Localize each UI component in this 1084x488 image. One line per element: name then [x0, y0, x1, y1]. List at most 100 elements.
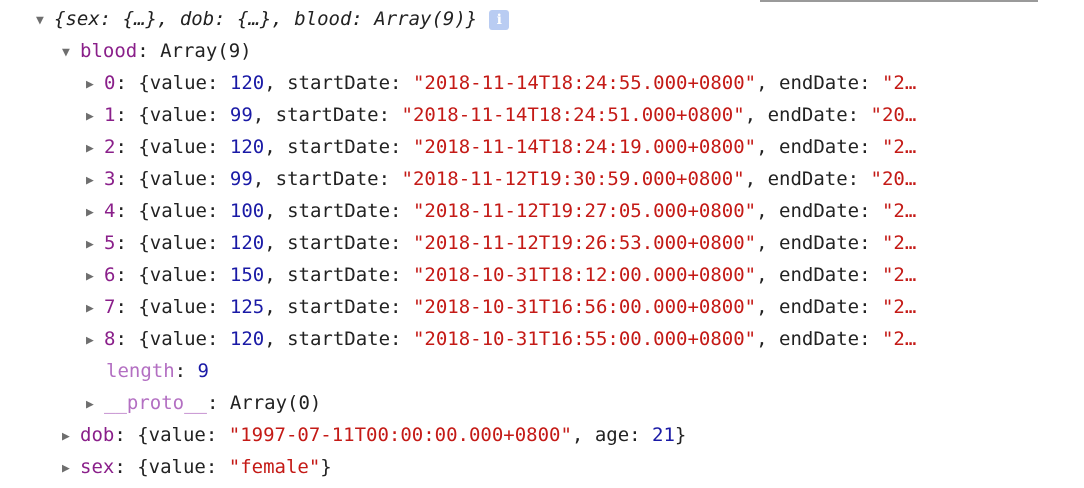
sex-row[interactable]: ▶ sex: {value: "female"} — [0, 451, 332, 483]
item-enddate: "2… — [881, 296, 917, 318]
triangle-right-icon[interactable]: ▶ — [86, 389, 104, 419]
item-enddate: "2… — [881, 200, 917, 222]
dob-key: dob — [80, 424, 115, 446]
item-value: 120 — [229, 72, 265, 94]
blood-row[interactable]: ▼ blood: Array(9) — [0, 35, 252, 67]
blood-item-row[interactable]: ▶ 0: {value: 120, startDate: "2018-11-14T… — [0, 67, 916, 99]
blood-item-row[interactable]: ▶ 7: {value: 125, startDate: "2018-10-31T… — [0, 291, 916, 323]
blood-item-row[interactable]: ▶ 4: {value: 100, startDate: "2018-11-12T… — [0, 195, 916, 227]
item-value: 120 — [229, 328, 265, 350]
top-divider — [760, 0, 1038, 2]
sex-value: "female" — [228, 456, 321, 478]
item-value-key: value — [149, 72, 207, 94]
item-startdate-key: startDate — [287, 72, 391, 94]
item-startdate: "2018-10-31T16:55:00.000+0800" — [412, 328, 757, 350]
triangle-right-icon[interactable]: ▶ — [86, 293, 104, 323]
length-key: length — [106, 360, 175, 382]
item-enddate: "2… — [881, 72, 917, 94]
triangle-right-icon[interactable]: ▶ — [62, 421, 80, 451]
item-value: 100 — [229, 200, 265, 222]
item-value: 125 — [229, 296, 265, 318]
proto-value: Array(0) — [229, 392, 322, 414]
item-startdate: "2018-11-12T19:26:53.000+0800" — [412, 232, 757, 254]
item-index: 4 — [104, 200, 116, 222]
proto-row[interactable]: ▶ __proto__: Array(0) — [0, 387, 321, 419]
item-index: 0 — [104, 72, 116, 94]
dob-row[interactable]: ▶ dob: {value: "1997-07-11T00:00:00.000+0… — [0, 419, 686, 451]
dob-age: 21 — [652, 424, 675, 446]
item-startdate-key: startDate — [287, 200, 391, 222]
item-enddate-key: endDate — [779, 136, 860, 158]
triangle-right-icon[interactable]: ▶ — [86, 101, 104, 131]
triangle-right-icon[interactable]: ▶ — [86, 197, 104, 227]
item-enddate-key: endDate — [779, 296, 860, 318]
item-value-key: value — [149, 296, 207, 318]
item-index: 3 — [104, 168, 116, 190]
blood-item-row[interactable]: ▶ 5: {value: 120, startDate: "2018-11-12T… — [0, 227, 916, 259]
item-enddate-key: endDate — [767, 104, 848, 126]
item-startdate-key: startDate — [275, 104, 379, 126]
item-enddate: "2… — [881, 232, 917, 254]
item-value: 99 — [229, 168, 253, 190]
sex-value-key: value — [148, 456, 206, 478]
item-enddate-key: endDate — [779, 328, 860, 350]
item-startdate: "2018-11-14T18:24:51.000+0800" — [401, 104, 745, 126]
item-index: 7 — [104, 296, 116, 318]
item-value: 99 — [229, 104, 253, 126]
triangle-right-icon[interactable]: ▶ — [62, 453, 80, 483]
item-startdate: "2018-11-14T18:24:55.000+0800" — [412, 72, 757, 94]
dob-value-key: value — [148, 424, 206, 446]
length-row: length: 9 — [106, 360, 209, 382]
item-enddate: "2… — [881, 136, 917, 158]
triangle-down-icon[interactable]: ▼ — [36, 5, 54, 35]
triangle-right-icon[interactable]: ▶ — [86, 325, 104, 355]
item-startdate-key: startDate — [275, 168, 379, 190]
item-value: 120 — [229, 136, 265, 158]
item-index: 2 — [104, 136, 116, 158]
item-startdate-key: startDate — [287, 328, 391, 350]
triangle-down-icon[interactable]: ▼ — [62, 37, 80, 67]
dob-age-key: age — [594, 424, 630, 446]
item-enddate-key: endDate — [779, 232, 860, 254]
item-startdate: "2018-10-31T18:12:00.000+0800" — [412, 264, 757, 286]
blood-item-row[interactable]: ▶ 1: {value: 99, startDate: "2018-11-14T1… — [0, 99, 916, 131]
blood-item-row[interactable]: ▶ 8: {value: 120, startDate: "2018-10-31T… — [0, 323, 916, 355]
item-startdate-key: startDate — [287, 232, 391, 254]
item-enddate: "2… — [881, 264, 917, 286]
triangle-right-icon[interactable]: ▶ — [86, 165, 104, 195]
root-object-summary: {sex: {…}, dob: {…}, blood: Array(9)} — [54, 8, 478, 30]
root-object-row[interactable]: ▼ {sex: {…}, dob: {…}, blood: Array(9)} i — [0, 3, 510, 35]
item-enddate-key: endDate — [779, 200, 860, 222]
blood-item-row[interactable]: ▶ 3: {value: 99, startDate: "2018-11-12T1… — [0, 163, 916, 195]
item-enddate-key: endDate — [779, 72, 860, 94]
item-enddate: "2… — [881, 328, 917, 350]
triangle-right-icon[interactable]: ▶ — [86, 261, 104, 291]
dob-value: "1997-07-11T00:00:00.000+0800" — [228, 424, 572, 446]
sex-key: sex — [80, 456, 115, 478]
triangle-right-icon[interactable]: ▶ — [86, 229, 104, 259]
item-value-key: value — [149, 232, 207, 254]
blood-item-row[interactable]: ▶ 6: {value: 150, startDate: "2018-10-31T… — [0, 259, 916, 291]
item-startdate: "2018-11-14T18:24:19.000+0800" — [412, 136, 757, 158]
blood-item-row[interactable]: ▶ 2: {value: 120, startDate: "2018-11-14T… — [0, 131, 916, 163]
item-enddate-key: endDate — [779, 264, 860, 286]
item-value-key: value — [149, 328, 207, 350]
length-value: 9 — [197, 360, 209, 382]
item-startdate-key: startDate — [287, 136, 391, 158]
item-value: 120 — [229, 232, 265, 254]
blood-type: Array(9) — [160, 40, 252, 62]
item-startdate: "2018-11-12T19:27:05.000+0800" — [412, 200, 757, 222]
item-index: 8 — [104, 328, 116, 350]
blood-key: blood — [80, 40, 138, 62]
item-value-key: value — [149, 136, 207, 158]
item-startdate-key: startDate — [287, 264, 391, 286]
item-startdate: "2018-10-31T16:56:00.000+0800" — [412, 296, 757, 318]
item-value-key: value — [149, 104, 207, 126]
item-value-key: value — [149, 168, 207, 190]
triangle-right-icon[interactable]: ▶ — [86, 69, 104, 99]
item-startdate-key: startDate — [287, 296, 391, 318]
triangle-right-icon[interactable]: ▶ — [86, 133, 104, 163]
info-icon[interactable]: i — [489, 10, 510, 30]
item-enddate: "20… — [870, 168, 917, 190]
item-index: 1 — [104, 104, 116, 126]
